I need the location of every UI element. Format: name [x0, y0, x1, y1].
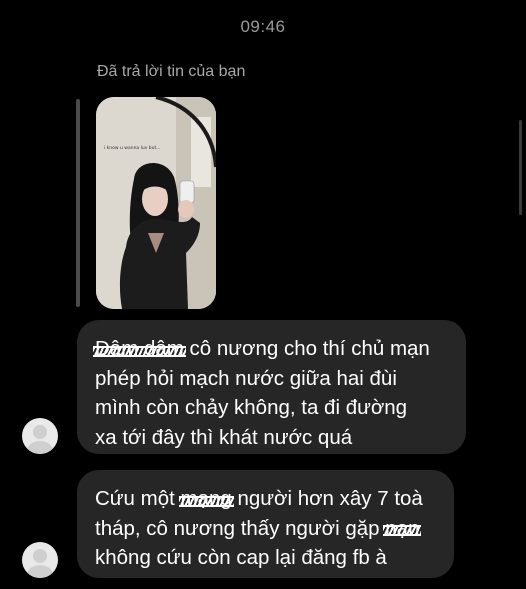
- replied-to-story-label: Đã trả lời tin của bạn: [97, 63, 246, 80]
- scribbled-out-text: mạng: [178, 484, 235, 514]
- story-caption-text: i know u wanna luv but...: [104, 145, 161, 151]
- message-line: Dâm dâm cô nương cho thí chủ mạn: [93, 334, 446, 364]
- message-line: Cứu một mạng người hơn xây 7 toà: [95, 484, 434, 514]
- message-timestamp: 09:46: [240, 17, 286, 36]
- scribbled-out-text: Dâm dâm: [93, 334, 186, 364]
- message-line: tháp, cô nương thấy người gặp nạn: [95, 514, 434, 544]
- message-line: phép hỏi mạch nước giữa hai đùi: [95, 366, 397, 390]
- message-line: không cứu còn cap lại đăng fb à: [95, 546, 387, 569]
- replied-story-photo[interactable]: i know u wanna luv but...: [96, 97, 216, 309]
- sender-avatar-icon[interactable]: [22, 542, 58, 578]
- sender-avatar-icon[interactable]: [22, 418, 58, 454]
- message-line: mình còn chảy không, ta đi đường: [95, 396, 408, 419]
- chat-screen: 09:46 Đã trả lời tin của bạn i know u wa…: [0, 0, 526, 589]
- message-bubble[interactable]: Cứu một mạng người hơn xây 7 toà tháp, c…: [77, 470, 454, 578]
- message-bubble[interactable]: Dâm dâm cô nương cho thí chủ mạn phép hỏ…: [77, 320, 466, 454]
- scrollbar[interactable]: [519, 120, 522, 215]
- message-line: xa tới đây thì khát nước quá: [95, 425, 353, 449]
- scribbled-out-text: nạn: [383, 514, 422, 544]
- reply-indicator-bar: [76, 99, 80, 307]
